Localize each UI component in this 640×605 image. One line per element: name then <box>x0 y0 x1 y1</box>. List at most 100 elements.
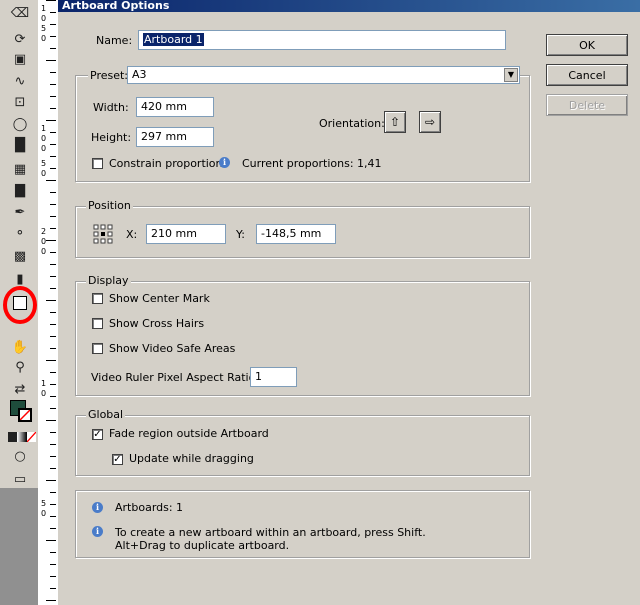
eyedropper-icon[interactable]: ✒ <box>10 203 30 221</box>
name-label: Name: <box>96 34 133 47</box>
rotate-icon[interactable]: ⟳ <box>10 30 30 48</box>
ruler-tick-label: 0 <box>41 134 47 143</box>
ruler-tick-label: 1 <box>41 4 47 13</box>
reference-point-icon[interactable] <box>93 224 113 244</box>
ruler-tick <box>46 240 56 241</box>
ruler-tick-label: 0 <box>41 247 47 256</box>
portrait-orientation-icon[interactable]: ⇧ <box>384 111 406 133</box>
ruler-tick <box>50 144 56 145</box>
ruler-tick <box>50 228 56 229</box>
global-title: Global <box>86 408 126 421</box>
zoom-icon[interactable]: ⚲ <box>10 358 30 376</box>
show-cross-hairs-checkbox[interactable] <box>92 318 103 329</box>
ruler-tick <box>46 360 56 361</box>
fade-region-checkbox[interactable]: ✓ <box>92 429 103 440</box>
pixel-aspect-ratio-field[interactable]: 1 <box>250 367 297 387</box>
ruler-tick <box>50 384 56 385</box>
gradient-icon[interactable]: ▇ <box>10 181 30 199</box>
pixel-aspect-ratio-label: Video Ruler Pixel Aspect Ratio: <box>91 371 260 384</box>
ruler-tick <box>50 576 56 577</box>
eraser-icon[interactable]: ⌫ <box>10 4 30 22</box>
ruler-tick-label: 0 <box>41 144 47 153</box>
ruler-tick <box>50 84 56 85</box>
ruler-tick <box>50 12 56 13</box>
tip-line-2: Alt+Drag to duplicate artboard. <box>115 539 290 552</box>
info-icon: i <box>219 157 230 168</box>
color-mode-buttons[interactable] <box>8 432 36 442</box>
ruler-tick <box>50 564 56 565</box>
x-label: X: <box>126 228 138 241</box>
ruler-tick <box>46 540 56 541</box>
tools-panel: ⌫ ⟳ ▣ ∿ ⊡ ◯ █ ▦ ▇ ✒ ⚬ ▩ ▮ ✋ ⚲ ⇄ ○ ▭ <box>0 0 39 605</box>
update-while-dragging-checkbox[interactable]: ✓ <box>112 454 123 465</box>
name-field[interactable]: Artboard 1 <box>138 30 506 50</box>
orientation-label: Orientation: <box>319 117 385 130</box>
y-field[interactable]: -148,5 mm <box>256 224 336 244</box>
constrain-proportions-label: Constrain proportions <box>109 157 229 170</box>
symbol-sprayer-icon[interactable]: ◯ <box>10 115 30 133</box>
show-video-safe-areas-label: Show Video Safe Areas <box>109 342 236 355</box>
show-center-mark-checkbox[interactable] <box>92 293 103 304</box>
ruler-tick <box>50 108 56 109</box>
ruler-tick-label: 0 <box>41 509 47 518</box>
delete-button[interactable]: Delete <box>546 94 628 116</box>
ruler-tick-label: 5 <box>41 159 47 168</box>
swap-colors-icon[interactable]: ⇄ <box>10 380 30 398</box>
ruler-tick <box>50 24 56 25</box>
graph-icon[interactable]: █ <box>10 136 30 154</box>
ruler-tick <box>50 96 56 97</box>
ruler-tick <box>50 168 56 169</box>
scale-icon[interactable]: ▣ <box>10 50 30 68</box>
ruler-tick <box>50 348 56 349</box>
show-center-mark-label: Show Center Mark <box>109 292 210 305</box>
ruler-tick <box>50 336 56 337</box>
draw-mode-icon[interactable]: ○ <box>10 447 30 465</box>
ruler-tick <box>50 504 56 505</box>
vertical-ruler[interactable]: 1050100502001050 <box>38 0 59 605</box>
ruler-tick <box>50 312 56 313</box>
x-field[interactable]: 210 mm <box>146 224 226 244</box>
ok-button[interactable]: OK <box>546 34 628 56</box>
ruler-tick <box>46 180 56 181</box>
hand-icon[interactable]: ✋ <box>10 338 30 356</box>
landscape-orientation-icon[interactable]: ⇨ <box>419 111 441 133</box>
mesh-icon[interactable]: ▦ <box>10 160 30 178</box>
width-field[interactable]: 420 mm <box>136 97 214 117</box>
height-field[interactable]: 297 mm <box>136 127 214 147</box>
screen-mode-icon[interactable]: ▭ <box>10 470 30 488</box>
info-icon: i <box>92 526 103 537</box>
ruler-tick <box>50 468 56 469</box>
ruler-tick <box>50 276 56 277</box>
ruler-tick-label: 1 <box>41 124 47 133</box>
stroke-color-swatch[interactable] <box>18 408 32 422</box>
free-transform-icon[interactable]: ⊡ <box>10 93 30 111</box>
tip-line-1: To create a new artboard within an artbo… <box>115 526 426 539</box>
preset-select[interactable]: A3 ▼ <box>127 66 520 84</box>
constrain-proportions-checkbox[interactable] <box>92 158 103 169</box>
ruler-tick <box>50 516 56 517</box>
blend-icon[interactable]: ⚬ <box>10 224 30 242</box>
ruler-tick <box>50 264 56 265</box>
show-cross-hairs-label: Show Cross Hairs <box>109 317 205 330</box>
warp-icon[interactable]: ∿ <box>10 72 30 90</box>
ruler-tick <box>50 492 56 493</box>
ruler-tick <box>46 300 56 301</box>
ruler-tick <box>46 0 56 1</box>
display-title: Display <box>86 274 131 287</box>
toolbar-empty-area <box>0 488 38 605</box>
ruler-tick <box>50 288 56 289</box>
ruler-tick <box>50 156 56 157</box>
y-label: Y: <box>236 228 245 241</box>
width-label: Width: <box>93 101 129 114</box>
ruler-tick <box>50 132 56 133</box>
update-while-dragging-label: Update while dragging <box>129 452 254 465</box>
cancel-button[interactable]: Cancel <box>546 64 628 86</box>
height-label: Height: <box>91 131 132 144</box>
ruler-tick <box>50 36 56 37</box>
ruler-tick <box>50 456 56 457</box>
live-paint-icon[interactable]: ▩ <box>10 247 30 265</box>
show-video-safe-areas-checkbox[interactable] <box>92 343 103 354</box>
position-title: Position <box>86 199 133 212</box>
ruler-tick <box>46 60 56 61</box>
chevron-down-icon[interactable]: ▼ <box>504 68 518 82</box>
